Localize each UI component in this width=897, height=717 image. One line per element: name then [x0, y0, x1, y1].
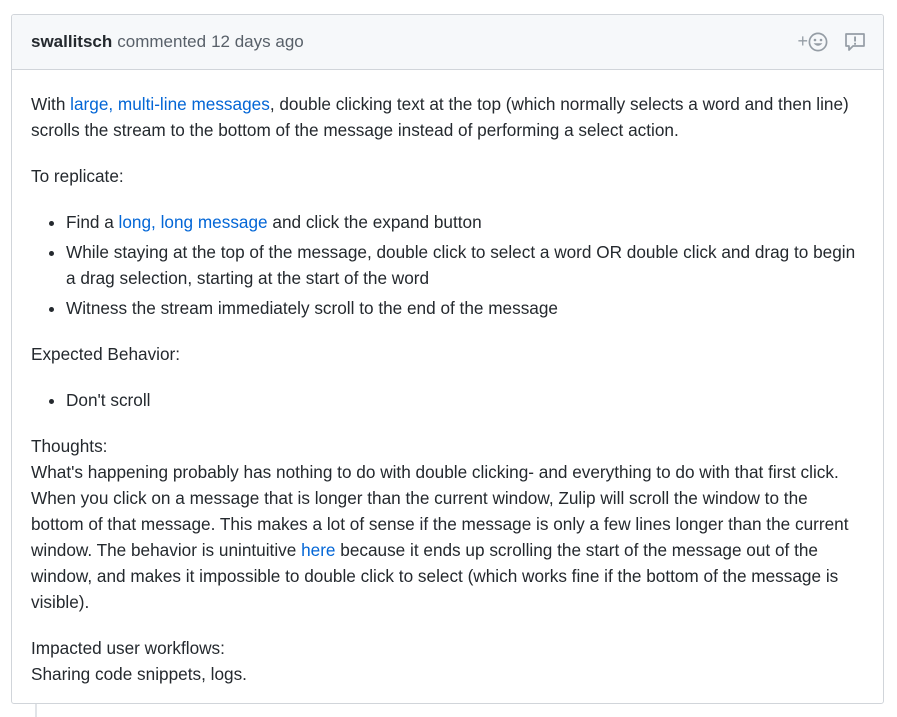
report-icon	[844, 32, 866, 52]
comment-author[interactable]: swallitsch	[31, 32, 112, 52]
comment-header: swallitsch commented 12 days ago +	[12, 15, 883, 70]
large-multiline-messages-link[interactable]: large, multi-line messages	[70, 94, 270, 114]
replicate-heading: To replicate:	[31, 166, 124, 186]
plus-sign: +	[797, 31, 808, 51]
list-item: Find a long, long message and click the …	[66, 209, 864, 235]
here-link[interactable]: here	[301, 540, 335, 560]
comment-actions: +	[797, 31, 866, 52]
step-text-end: and click the expand button	[267, 212, 482, 232]
smiley-icon	[808, 32, 828, 52]
impacted-heading: Impacted user workflows:	[31, 638, 225, 658]
intro-paragraph: With large, multi-line messages, double …	[31, 91, 864, 143]
impacted-paragraph: Impacted user workflows: Sharing code sni…	[31, 635, 864, 687]
comment-body: With large, multi-line messages, double …	[12, 70, 883, 687]
impacted-text: Sharing code snippets, logs.	[31, 664, 247, 684]
list-item: While staying at the top of the message,…	[66, 239, 864, 291]
intro-text-start: With	[31, 94, 71, 114]
issue-comment: swallitsch commented 12 days ago + With …	[11, 14, 884, 704]
thoughts-paragraph: Thoughts: What's happening probably has n…	[31, 433, 864, 615]
step-text-start: Find a	[66, 212, 119, 232]
report-button[interactable]	[844, 32, 866, 52]
timeline-line	[35, 704, 37, 717]
list-item: Don't scroll	[66, 387, 864, 413]
thoughts-heading: Thoughts:	[31, 436, 108, 456]
add-reaction-button[interactable]: +	[797, 31, 828, 52]
long-message-link[interactable]: long, long message	[119, 212, 268, 232]
list-item: Witness the stream immediately scroll to…	[66, 295, 864, 321]
comment-timestamp[interactable]: 12 days ago	[211, 32, 304, 52]
replicate-steps-list: Find a long, long message and click the …	[31, 209, 864, 321]
comment-action: commented	[117, 32, 207, 51]
expected-heading: Expected Behavior:	[31, 344, 181, 364]
expected-list: Don't scroll	[31, 387, 864, 413]
